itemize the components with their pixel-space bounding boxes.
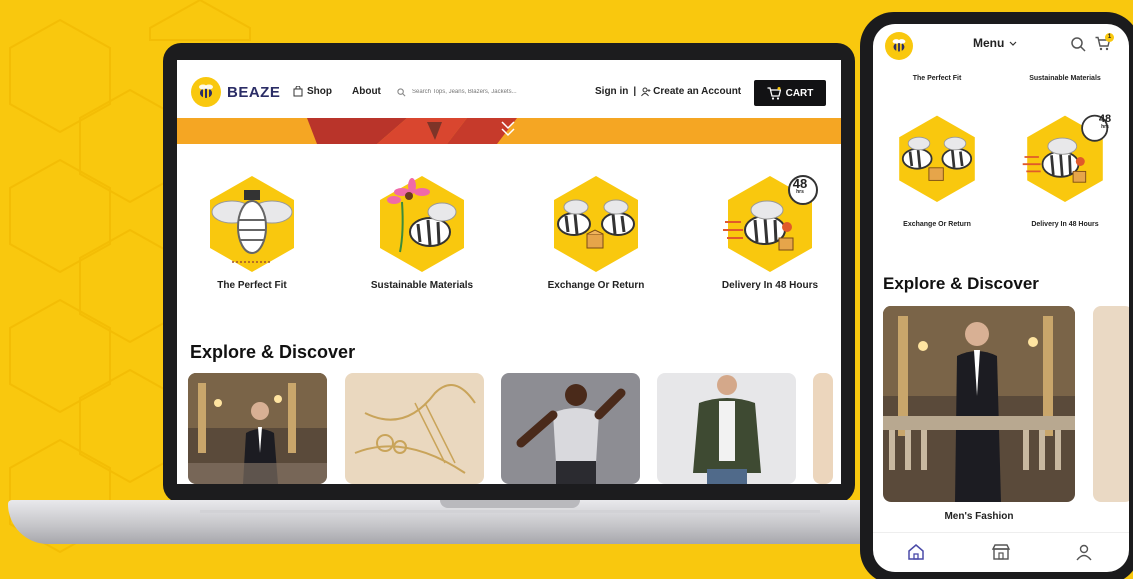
create-account-link[interactable]: Create an Account: [653, 86, 741, 97]
nav-shop-label: Shop: [307, 86, 332, 97]
features-row: The Perfect Fit Sustainable Materials Ex…: [177, 172, 841, 302]
hero-banner[interactable]: [177, 118, 841, 144]
feature-delivery-48: 48 hrs Delivery In 48 Hours: [695, 172, 841, 291]
cart-icon: [767, 86, 781, 100]
top-nav: BEAZE Shop About Sign in |: [177, 60, 841, 118]
mens-fashion-image: [883, 306, 1075, 502]
bee-logo-icon: [191, 77, 221, 107]
category-tile-accessories[interactable]: [345, 373, 484, 484]
home-icon[interactable]: [907, 543, 925, 561]
user-icon[interactable]: [1075, 543, 1093, 561]
feature-label: Exchange Or Return: [547, 280, 645, 291]
search-input[interactable]: [412, 89, 562, 95]
mobile-bee-logo-icon[interactable]: [885, 32, 913, 60]
chevron-down-icon: [1009, 41, 1017, 46]
hero-banner-image: [177, 118, 841, 144]
nav-shop-link[interactable]: Shop: [293, 86, 332, 97]
mobile-category-tile-mens[interactable]: [883, 306, 1075, 502]
bee-fit-icon: [210, 176, 294, 272]
shopping-bag-icon: [293, 86, 303, 97]
category-tile-mens[interactable]: [188, 373, 327, 484]
mobile-feature-label: Delivery In 48 Hours: [1031, 221, 1099, 228]
mobile-menu-label: Menu: [973, 36, 1005, 50]
mobile-explore-title: Explore & Discover: [883, 274, 1039, 293]
feature-label: The Perfect Fit: [217, 280, 287, 291]
mobile-delivery-badge-unit: hrs: [1101, 124, 1109, 130]
activewear-image: [501, 373, 640, 484]
bees-exchange-icon: [899, 115, 975, 202]
feature-exchange-return: Exchange Or Return: [521, 172, 671, 291]
feature-label: Sustainable Materials: [370, 280, 474, 291]
cart-button[interactable]: CART: [754, 80, 826, 106]
category-tile-partial[interactable]: [813, 373, 833, 484]
feature-perfect-fit: The Perfect Fit: [177, 172, 327, 291]
brand-name: BEAZE: [227, 83, 281, 101]
search-bar: [397, 84, 573, 100]
account-links: Sign in | Create an Account: [595, 86, 741, 97]
sign-in-link[interactable]: Sign in: [595, 86, 628, 97]
store-icon[interactable]: [991, 543, 1011, 561]
mobile-top-label: The Perfect Fit: [912, 75, 962, 82]
laptop-base-edge: [200, 510, 820, 513]
mobile-bottom-nav: [873, 532, 1129, 572]
brand-logo[interactable]: BEAZE: [191, 77, 280, 107]
nav-about-label: About: [352, 86, 381, 97]
mobile-menu-button[interactable]: Menu: [973, 36, 1017, 50]
laptop-base-notch: [440, 500, 580, 508]
desktop-site: BEAZE Shop About Sign in |: [177, 60, 841, 484]
mens-fashion-image: [188, 373, 327, 484]
category-tile-activewear[interactable]: [501, 373, 640, 484]
mobile-site: Menu 1 The Perfect Fit Sustainable Mater…: [873, 24, 1129, 572]
bee-flower-icon: [380, 176, 464, 272]
mobile-header: Menu 1: [873, 24, 1129, 66]
feature-label: Delivery In 48 Hours: [721, 280, 819, 291]
mobile-tile-label: Men's Fashion: [944, 511, 1014, 522]
jewelry-image: [345, 373, 484, 484]
cart-count-badge: 1: [1105, 33, 1114, 42]
nav-about-link[interactable]: About: [352, 86, 381, 97]
user-add-icon: [641, 87, 651, 96]
outerwear-image: [657, 373, 796, 484]
category-tile-outerwear[interactable]: [657, 373, 796, 484]
search-icon: [397, 87, 406, 96]
mobile-category-tile-partial[interactable]: [1093, 306, 1129, 502]
mobile-top-label: Sustainable Materials: [1029, 75, 1101, 82]
feature-sustainable-materials: Sustainable Materials: [347, 172, 497, 291]
mobile-feature-label: Exchange Or Return: [903, 221, 971, 228]
delivery-badge-unit: hrs: [796, 189, 804, 195]
bees-exchange-icon: [554, 176, 638, 272]
explore-carousel: [188, 373, 841, 484]
cart-label: CART: [785, 87, 814, 99]
nav-separator: |: [633, 86, 637, 97]
explore-title: Explore & Discover: [190, 342, 356, 362]
search-icon[interactable]: [1071, 37, 1086, 52]
